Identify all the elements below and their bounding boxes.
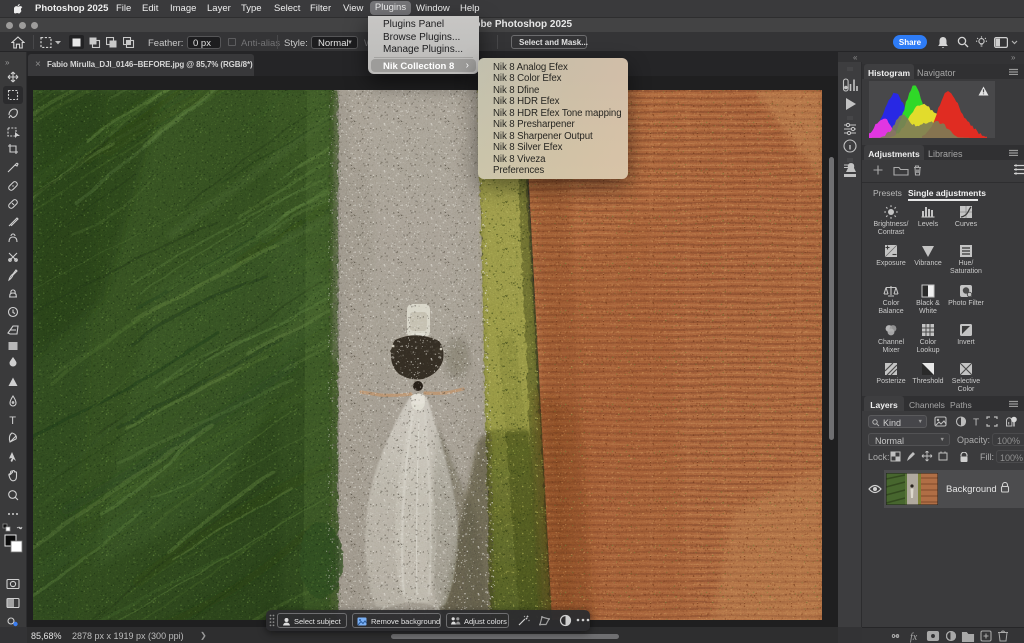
- svg-text:T: T: [9, 415, 16, 427]
- svg-text:T: T: [973, 418, 979, 429]
- svg-text:»: »: [5, 58, 10, 67]
- svg-text:fx: fx: [910, 632, 918, 643]
